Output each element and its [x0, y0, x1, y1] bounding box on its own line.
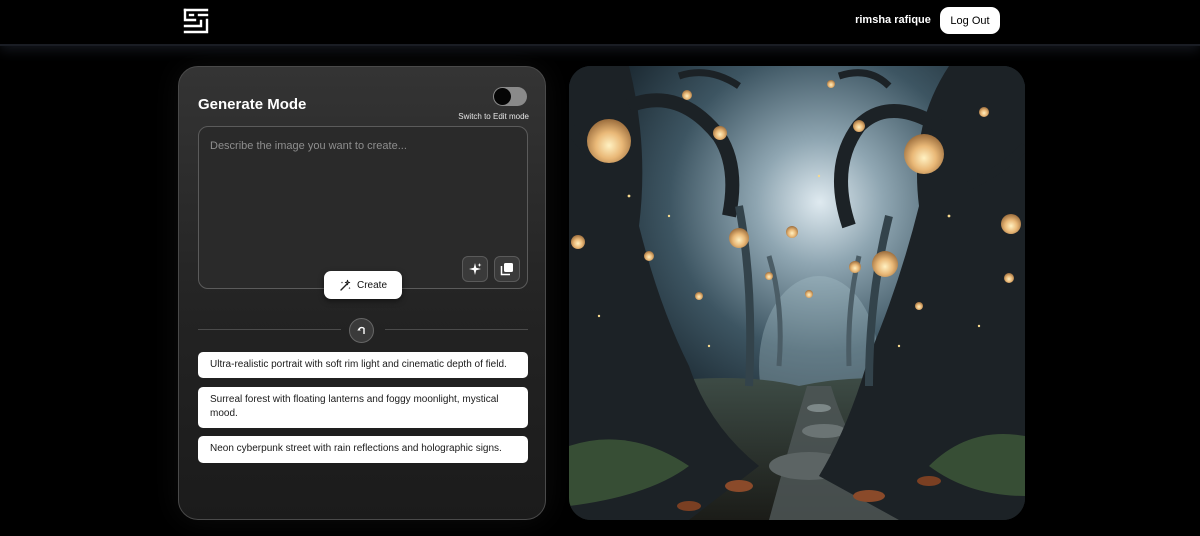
copy-icon: [500, 263, 513, 276]
maze-logo-icon[interactable]: [183, 8, 209, 34]
user-name: rimsha rafique: [855, 14, 931, 26]
suggestion-item[interactable]: Neon cyberpunk street with rain reflecti…: [198, 436, 528, 463]
sparkle-icon: [469, 263, 482, 275]
generated-image-preview: [569, 66, 1025, 520]
suggestion-item[interactable]: Ultra-realistic portrait with soft rim l…: [198, 352, 528, 378]
copy-prompt-button[interactable]: [494, 256, 520, 282]
refresh-suggestions-button[interactable]: [349, 318, 374, 343]
enhance-prompt-button[interactable]: [462, 256, 488, 282]
prompt-input[interactable]: [199, 127, 527, 257]
wand-icon: [340, 279, 351, 291]
generated-forest-image: [569, 66, 1025, 520]
create-button-label: Create: [356, 279, 387, 291]
panel-title: Generate Mode: [198, 96, 307, 113]
top-navigation-bar: rimsha rafique Log Out: [0, 0, 1200, 46]
prompt-box: [198, 126, 528, 289]
divider: [198, 329, 341, 330]
edit-mode-toggle-label: Switch to Edit mode: [458, 112, 529, 121]
refresh-icon: [357, 326, 365, 334]
logout-button[interactable]: Log Out: [940, 7, 1000, 34]
generate-panel: Generate Mode Switch to Edit mode Create: [178, 66, 546, 520]
edit-mode-toggle[interactable]: [493, 87, 527, 106]
divider: [385, 329, 528, 330]
toggle-knob: [494, 88, 511, 105]
create-button[interactable]: Create: [324, 271, 402, 299]
suggestion-item[interactable]: Surreal forest with floating lanterns an…: [198, 387, 528, 428]
